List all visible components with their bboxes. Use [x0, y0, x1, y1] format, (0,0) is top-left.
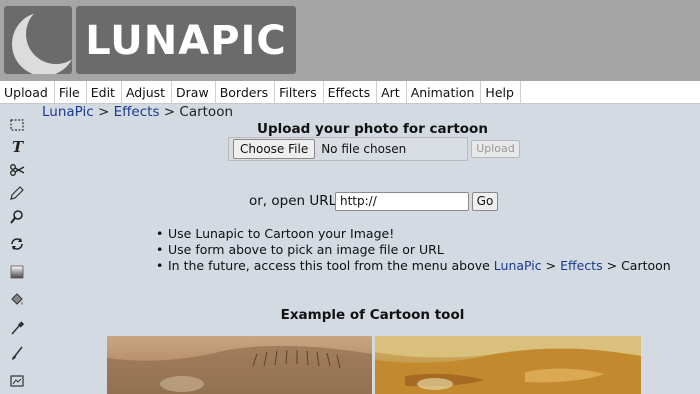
- brush-icon[interactable]: [9, 345, 25, 361]
- menu-help[interactable]: Help: [485, 80, 521, 104]
- lunapic-link[interactable]: LunaPic: [494, 258, 542, 273]
- zoom-icon[interactable]: [9, 209, 25, 225]
- crop-icon[interactable]: [9, 373, 25, 389]
- example-cartoon-image: [375, 336, 641, 394]
- moon-logo-icon[interactable]: [4, 6, 72, 74]
- svg-text:T: T: [12, 138, 25, 154]
- menubar: Upload File Edit Adjust Draw Borders Fil…: [0, 80, 700, 104]
- menu-draw[interactable]: Draw: [176, 80, 216, 104]
- menu-upload[interactable]: Upload: [4, 80, 55, 104]
- effects-link[interactable]: Effects: [560, 258, 603, 273]
- example-title: Example of Cartoon tool: [280, 307, 465, 323]
- text-icon[interactable]: T: [9, 138, 25, 154]
- menu-art[interactable]: Art: [381, 80, 407, 104]
- url-label: or, open URL: [249, 193, 337, 209]
- example-original-image: [107, 336, 372, 394]
- gradient-icon[interactable]: [9, 264, 25, 280]
- breadcrumb-lunapic-link[interactable]: LunaPic: [42, 104, 94, 120]
- menu-effects[interactable]: Effects: [328, 80, 378, 104]
- logo-text: LUNAPIC: [85, 18, 287, 64]
- instructions-list: Use Lunapic to Cartoon your Image! Use f…: [156, 226, 671, 274]
- list-item: In the future, access this tool from the…: [156, 258, 671, 274]
- pencil-icon[interactable]: [9, 185, 25, 201]
- breadcrumb-current: Cartoon: [179, 104, 234, 120]
- breadcrumb-separator: >: [97, 104, 110, 120]
- upload-title: Upload your photo for cartoon: [257, 121, 488, 137]
- upload-button[interactable]: Upload: [471, 140, 520, 158]
- tool-palette: T: [0, 105, 34, 394]
- file-status: No file chosen: [321, 142, 407, 156]
- scissors-icon[interactable]: [9, 162, 25, 178]
- header: LUNAPIC: [0, 0, 700, 81]
- menu-edit[interactable]: Edit: [91, 80, 122, 104]
- menu-borders[interactable]: Borders: [220, 80, 276, 104]
- list-item: Use form above to pick an image file or …: [156, 242, 671, 258]
- breadcrumb-effects-link[interactable]: Effects: [114, 104, 160, 120]
- paint-bucket-icon[interactable]: [9, 292, 25, 308]
- url-input[interactable]: http://: [335, 192, 469, 211]
- menu-adjust[interactable]: Adjust: [126, 80, 173, 104]
- rotate-icon[interactable]: [9, 236, 25, 252]
- go-button[interactable]: Go: [472, 192, 498, 211]
- menu-animation[interactable]: Animation: [411, 80, 482, 104]
- choose-file-button[interactable]: Choose File: [233, 139, 316, 159]
- logo[interactable]: LUNAPIC: [76, 6, 296, 74]
- breadcrumb: LunaPic > Effects > Cartoon: [42, 104, 233, 120]
- menu-filters[interactable]: Filters: [279, 80, 324, 104]
- file-input[interactable]: Choose File No file chosen: [228, 137, 468, 161]
- menu-file[interactable]: File: [59, 80, 87, 104]
- breadcrumb-separator: >: [163, 104, 176, 120]
- list-item: Use Lunapic to Cartoon your Image!: [156, 226, 671, 242]
